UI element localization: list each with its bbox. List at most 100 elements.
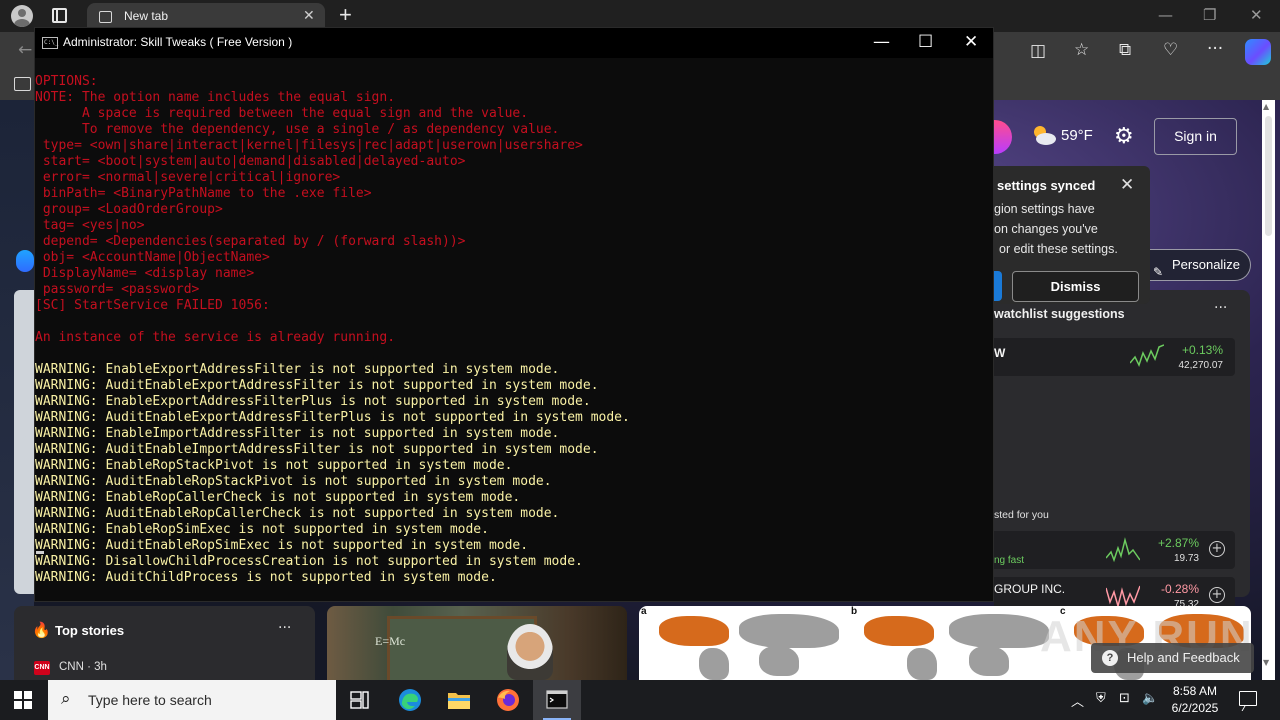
volume-tray-icon[interactable]: 🔈 bbox=[1142, 691, 1158, 706]
new-tab-button[interactable]: + bbox=[339, 2, 352, 28]
console-line: binPath= <BinaryPathName to the .exe fil… bbox=[35, 186, 372, 201]
stock-row[interactable]: ng fast +2.87% 19.73 + bbox=[994, 531, 1235, 569]
console-line: type= <own|share|interact|kernel|filesys… bbox=[35, 138, 583, 153]
task-view-icon bbox=[350, 691, 369, 709]
console-line: To remove the dependency, use a single /… bbox=[35, 122, 560, 137]
console-cursor bbox=[36, 551, 44, 554]
console-line: WARNING: AuditChildProcess is not suppor… bbox=[35, 570, 497, 585]
einstein-figure-image bbox=[507, 624, 553, 680]
tab-actions-icon[interactable] bbox=[52, 8, 67, 23]
edge-taskbar-button[interactable] bbox=[386, 680, 434, 720]
sync-primary-button[interactable] bbox=[994, 271, 1002, 301]
console-line: password= <password> bbox=[35, 282, 200, 297]
collections-icon[interactable]: ⧉ bbox=[1119, 40, 1131, 60]
stock-change: -0.28% bbox=[1160, 582, 1199, 596]
back-arrow-icon[interactable]: ← bbox=[18, 40, 32, 60]
map-region bbox=[969, 646, 1009, 676]
browser-close-button[interactable]: ✕ bbox=[1250, 6, 1263, 24]
taskbar-search-box[interactable]: ⌕ Type here to search bbox=[48, 680, 336, 720]
map-region bbox=[699, 648, 729, 680]
profile-avatar-icon[interactable] bbox=[11, 5, 33, 27]
sync-popup-text: gion settings have bbox=[994, 202, 1095, 216]
console-line: WARNING: EnableExportAddressFilter is no… bbox=[35, 362, 560, 377]
network-tray-icon[interactable]: ⊡ bbox=[1119, 691, 1130, 706]
personalize-button[interactable]: ✎ Personalize bbox=[1150, 249, 1251, 281]
weather-cloud-sun-icon[interactable] bbox=[1029, 123, 1057, 147]
console-output[interactable]: OPTIONS: NOTE: The option name includes t… bbox=[35, 74, 993, 601]
stock-price: 42,270.07 bbox=[1178, 360, 1224, 371]
command-prompt-button[interactable] bbox=[533, 680, 581, 720]
stock-sparkline bbox=[1130, 344, 1164, 367]
console-line: NOTE: The option name includes the equal… bbox=[35, 90, 396, 105]
favorites-folder-icon[interactable] bbox=[14, 77, 31, 91]
taskbar-clock-date[interactable]: 6/2/2025 bbox=[1166, 701, 1224, 715]
windows-start-icon[interactable] bbox=[14, 691, 32, 709]
console-line: WARNING: EnableImportAddressFilter is no… bbox=[35, 426, 560, 441]
new-tab-favicon-icon bbox=[99, 11, 112, 23]
watchlist-more-icon[interactable]: ··· bbox=[1214, 300, 1227, 316]
top-stories-title: Top stories bbox=[55, 623, 125, 638]
sync-popup-title: settings synced bbox=[997, 178, 1096, 193]
console-window[interactable]: C:\_ Administrator: Skill Tweaks ( Free … bbox=[34, 27, 994, 602]
browser-restore-button[interactable]: ❐ bbox=[1203, 6, 1216, 24]
console-line: WARNING: DisallowChildProcessCreation is… bbox=[35, 554, 583, 569]
sync-popup-close-icon[interactable]: ✕ bbox=[1120, 175, 1134, 195]
tab-title: New tab bbox=[124, 9, 169, 23]
firefox-icon bbox=[497, 689, 519, 711]
console-line: WARNING: AuditEnableRopSimExec is not su… bbox=[35, 538, 529, 553]
stock-change: +0.13% bbox=[1181, 343, 1223, 357]
tab-close-icon[interactable]: ✕ bbox=[303, 8, 315, 24]
pencil-icon: ✎ bbox=[1153, 265, 1164, 279]
story-source[interactable]: CNN · 3h bbox=[59, 661, 107, 673]
stock-price: 19.73 bbox=[1173, 553, 1199, 564]
taskbar-clock-time[interactable]: 8:58 AM bbox=[1172, 684, 1218, 698]
stock-row[interactable]: W +0.13% 42,270.07 bbox=[994, 338, 1235, 376]
dismiss-button[interactable]: Dismiss bbox=[1012, 271, 1139, 302]
console-line: OPTIONS: bbox=[35, 74, 98, 89]
console-line: WARNING: EnableRopCallerCheck is not sup… bbox=[35, 490, 521, 505]
security-tray-icon[interactable]: ⛨ bbox=[1096, 691, 1106, 706]
page-settings-gear-icon[interactable]: ⚙ bbox=[1114, 124, 1134, 149]
console-minimize-button[interactable]: — bbox=[873, 32, 890, 52]
tray-overflow-chevron-icon[interactable]: ︿ bbox=[1071, 691, 1084, 710]
console-title-bar[interactable]: C:\_ Administrator: Skill Tweaks ( Free … bbox=[35, 28, 993, 58]
suggested-label: sted for you bbox=[994, 509, 1049, 521]
news-image-card[interactable]: E=Mc bbox=[327, 606, 627, 680]
firefox-button[interactable] bbox=[484, 680, 532, 720]
top-stories-card: 🔥 Top stories ··· CNN CNN · 3h bbox=[14, 606, 315, 680]
console-line: A space is required between the equal si… bbox=[35, 106, 529, 121]
console-maximize-button[interactable]: ☐ bbox=[918, 32, 933, 52]
shopping-icon[interactable] bbox=[16, 250, 34, 272]
search-placeholder: Type here to search bbox=[88, 692, 212, 708]
performance-icon[interactable]: ♡ bbox=[1163, 40, 1178, 60]
console-line: group= <LoadOrderGroup> bbox=[35, 202, 223, 217]
console-line: WARNING: EnableRopStackPivot is not supp… bbox=[35, 458, 513, 473]
file-explorer-button[interactable] bbox=[435, 680, 483, 720]
scroll-down-icon[interactable]: ▼ bbox=[1263, 658, 1269, 667]
console-close-button[interactable]: ✕ bbox=[964, 32, 978, 52]
copilot-icon[interactable] bbox=[1245, 39, 1271, 65]
taskbar: ⌕ Type here to search ︿ ⛨ ⊡ 🔈 8:58 AM 6/… bbox=[0, 680, 1280, 720]
console-line: depend= <Dependencies(separated by / (fo… bbox=[35, 234, 466, 249]
scroll-up-icon[interactable]: ▲ bbox=[1263, 102, 1269, 111]
page-scrollbar-thumb[interactable] bbox=[1265, 116, 1272, 236]
weather-temperature[interactable]: 59°F bbox=[1061, 127, 1093, 144]
task-view-button[interactable] bbox=[336, 680, 384, 720]
add-to-watchlist-icon[interactable]: + bbox=[1209, 587, 1225, 603]
help-feedback-button[interactable]: ? Help and Feedback bbox=[1091, 643, 1254, 673]
notification-center-icon[interactable] bbox=[1239, 691, 1257, 706]
more-options-icon[interactable]: ··· bbox=[1207, 39, 1223, 59]
sign-in-button[interactable]: Sign in bbox=[1154, 118, 1237, 155]
stock-name: GROUP INC. bbox=[994, 582, 1066, 596]
map-region bbox=[949, 614, 1049, 648]
carousel-prev-icon[interactable]: ◀ bbox=[22, 430, 33, 446]
favorites-icon[interactable]: ☆ bbox=[1074, 40, 1089, 60]
add-to-watchlist-icon[interactable]: + bbox=[1209, 541, 1225, 557]
split-screen-icon[interactable]: ◫ bbox=[1030, 41, 1046, 61]
top-stories-more-icon[interactable]: ··· bbox=[278, 620, 291, 636]
console-line: WARNING: AuditEnableExportAddressFilterP… bbox=[35, 410, 630, 425]
console-line: WARNING: AuditEnableImportAddressFilter … bbox=[35, 442, 599, 457]
browser-minimize-button[interactable]: — bbox=[1158, 6, 1173, 24]
